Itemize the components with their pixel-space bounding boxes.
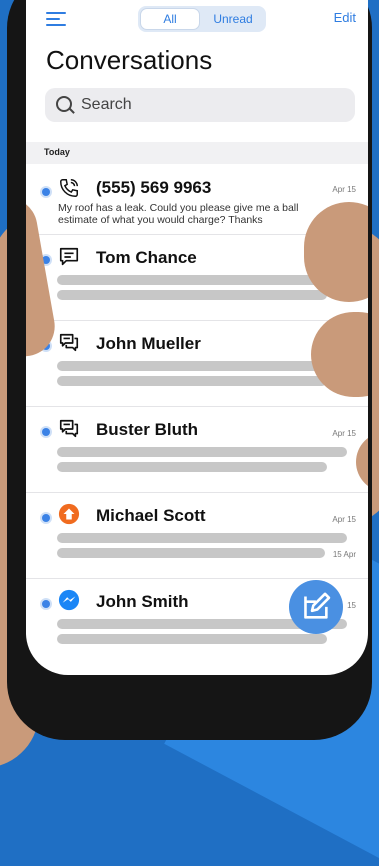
unread-dot-icon: [42, 600, 50, 608]
search-placeholder: Search: [81, 96, 132, 113]
conversation-row[interactable]: Buster Bluth Apr 15: [26, 406, 368, 493]
edit-button[interactable]: Edit: [334, 10, 356, 25]
search-input[interactable]: Search: [45, 88, 355, 122]
filter-all-tab[interactable]: All: [140, 8, 200, 30]
section-label: Today: [44, 147, 70, 157]
preview-placeholder-bar: [57, 290, 327, 300]
chat-icon: [59, 419, 79, 438]
section-header: Today: [26, 142, 368, 164]
contact-name: Tom Chance: [96, 248, 197, 267]
chat-icon: [59, 333, 79, 352]
contact-name: Buster Bluth: [96, 420, 198, 439]
preview-placeholder-bar: [57, 462, 327, 472]
preview-placeholder-bar: [57, 376, 327, 386]
message-preview: My roof has a leak. Could you please giv…: [58, 202, 299, 226]
conversation-row[interactable]: Michael Scott Apr 15 15 Apr: [26, 492, 368, 579]
preview-placeholder-bar: [57, 361, 327, 371]
message-date: Apr 15: [332, 515, 356, 524]
compose-icon: [304, 592, 331, 619]
preview-placeholder-bar: [57, 548, 325, 558]
filter-unread-tab[interactable]: Unread: [202, 8, 264, 30]
contact-name: John Smith: [96, 592, 189, 611]
contact-name: John Mueller: [96, 334, 201, 353]
phone-icon: [60, 179, 78, 197]
preview-placeholder-bar: [57, 533, 347, 543]
orange-badge-icon: [58, 503, 80, 525]
app-screen: All Unread Edit Conversations Search Tod…: [26, 0, 368, 675]
preview-placeholder-bar: [57, 275, 327, 285]
unread-dot-icon: [42, 428, 50, 436]
messenger-icon: [58, 589, 80, 611]
unread-dot-icon: [42, 188, 50, 196]
menu-icon[interactable]: [46, 12, 66, 26]
message-date-secondary: 15 Apr: [332, 550, 356, 559]
preview-placeholder-bar: [57, 634, 327, 644]
compose-button[interactable]: [289, 580, 343, 634]
search-icon: [56, 96, 72, 112]
message-date: Apr 15: [332, 429, 356, 438]
sms-icon: [59, 247, 79, 266]
contact-name: Michael Scott: [96, 506, 206, 525]
message-date: Apr 15: [332, 185, 356, 194]
phone-frame: All Unread Edit Conversations Search Tod…: [7, 0, 372, 740]
preview-placeholder-bar: [57, 447, 347, 457]
page-title: Conversations: [46, 45, 213, 75]
message-date: 15: [347, 601, 356, 610]
unread-dot-icon: [42, 514, 50, 522]
contact-name: (555) 569 9963: [96, 178, 212, 197]
filter-segmented-control: All Unread: [138, 6, 266, 32]
